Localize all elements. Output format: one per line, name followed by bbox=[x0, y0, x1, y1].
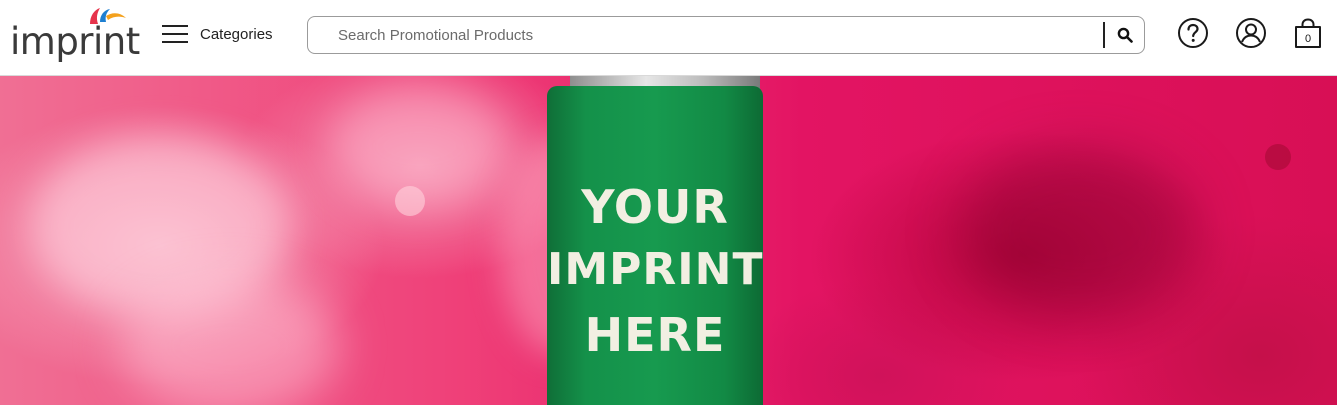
particle bbox=[395, 186, 425, 216]
search-bar bbox=[307, 16, 1145, 54]
search-divider bbox=[1103, 22, 1105, 48]
site-header: imprint Categories Search Promotional Pr… bbox=[0, 0, 1337, 76]
logo-text: imprint bbox=[10, 20, 140, 63]
hamburger-icon bbox=[162, 23, 188, 45]
cart-icon: 0 bbox=[1295, 18, 1321, 48]
smoke-cloud bbox=[120, 276, 340, 405]
search-button[interactable] bbox=[1108, 17, 1142, 53]
imprint-line-1: YOUR bbox=[581, 180, 729, 234]
smoke-cloud bbox=[960, 146, 1200, 316]
search-icon bbox=[1117, 27, 1133, 43]
hero-banner[interactable]: YOUR IMPRINT HERE bbox=[0, 76, 1337, 405]
imprint-line-3: HERE bbox=[584, 308, 726, 362]
imprint-line-2: IMPRINT bbox=[547, 244, 764, 295]
help-icon bbox=[1178, 18, 1208, 48]
smoke-cloud bbox=[330, 86, 510, 206]
account-button[interactable] bbox=[1235, 17, 1267, 49]
help-button[interactable] bbox=[1177, 17, 1209, 49]
categories-menu-button[interactable]: Categories bbox=[162, 20, 273, 48]
search-input[interactable] bbox=[326, 17, 1096, 53]
cart-count: 0 bbox=[1305, 33, 1311, 45]
logo[interactable]: imprint bbox=[10, 6, 140, 68]
can-cooler: YOUR IMPRINT HERE bbox=[547, 86, 763, 405]
particle bbox=[1265, 144, 1291, 170]
account-icon bbox=[1236, 18, 1266, 48]
cart-button[interactable]: 0 bbox=[1292, 17, 1324, 49]
categories-label: Categories bbox=[200, 25, 273, 43]
